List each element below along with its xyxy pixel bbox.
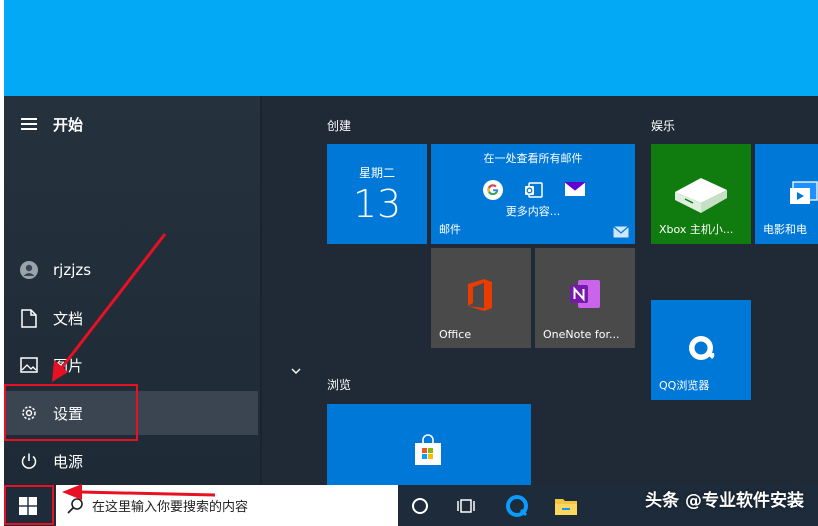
- mail-more: 更多内容...: [505, 205, 561, 218]
- documents-label: 文档: [53, 309, 84, 328]
- taskbar-search-box[interactable]: 在这里输入你要搜索的内容: [56, 485, 398, 526]
- hamburger-menu-icon[interactable]: [19, 114, 39, 134]
- cortana-button[interactable]: [399, 485, 441, 526]
- qq-browser-label: QQ浏览器: [659, 379, 710, 392]
- folder-icon: [555, 498, 577, 515]
- start-header[interactable]: 开始: [4, 102, 258, 146]
- movies-label: 电影和电: [763, 223, 807, 236]
- document-icon: [19, 308, 39, 328]
- watermark-text: 头条 @专业软件安装: [645, 491, 804, 511]
- chevron-down-icon[interactable]: [289, 364, 303, 378]
- task-view-icon: [457, 498, 475, 513]
- xbox-label: Xbox 主机小...: [659, 223, 734, 236]
- calendar-weekday: 星期二: [358, 166, 395, 180]
- mail-label: 邮件: [439, 223, 461, 236]
- movies-tile[interactable]: 电影和电: [755, 144, 818, 244]
- group-entertainment-title: 娱乐: [651, 119, 676, 133]
- qq-browser-taskbar-icon: [506, 494, 528, 517]
- power-label: 电源: [53, 452, 84, 471]
- start-title: 开始: [53, 115, 84, 134]
- group-browse-title: 浏览: [327, 378, 352, 392]
- start-button-highlight-box: [4, 485, 54, 525]
- mail-heading: 在一处查看所有邮件: [483, 152, 583, 165]
- pictures-item[interactable]: 图片: [4, 343, 258, 387]
- mail-tile[interactable]: 在一处查看所有邮件 更多内容... 邮件: [431, 144, 635, 244]
- search-icon: [67, 497, 83, 514]
- group-create-title: 创建: [327, 119, 352, 133]
- movies-icon: [790, 181, 818, 204]
- onenote-tile[interactable]: OneNote for...: [535, 248, 635, 348]
- store-bag-icon: [415, 434, 441, 465]
- store-tile[interactable]: [327, 404, 531, 485]
- power-icon: [19, 451, 39, 471]
- settings-highlight-box: [4, 384, 138, 441]
- office-icon: [468, 279, 492, 311]
- google-icon: [483, 180, 503, 200]
- office-tile[interactable]: Office: [431, 248, 531, 348]
- desktop-wallpaper: [4, 0, 818, 96]
- onenote-label: OneNote for...: [543, 328, 620, 341]
- file-explorer-button[interactable]: [545, 485, 587, 526]
- documents-item[interactable]: 文档: [4, 296, 258, 340]
- user-avatar-icon: [19, 260, 39, 280]
- mail-envelope-icon: [613, 226, 629, 238]
- onenote-icon: [570, 280, 600, 308]
- user-account-item[interactable]: rjzjzs: [4, 248, 258, 292]
- xbox-console-icon: [675, 178, 727, 213]
- cortana-circle-icon: [412, 497, 428, 514]
- power-item[interactable]: 电源: [4, 439, 258, 483]
- task-view-button[interactable]: [445, 485, 487, 526]
- rail-divider: [260, 96, 262, 485]
- yahoo-mail-icon: [564, 181, 586, 196]
- calendar-tile[interactable]: 星期二 13: [327, 144, 427, 244]
- user-name: rjzjzs: [53, 261, 92, 279]
- outlook-icon: [525, 182, 543, 198]
- qq-browser-taskbar-button[interactable]: [496, 485, 538, 526]
- picture-icon: [19, 355, 39, 375]
- qq-browser-tile[interactable]: QQ浏览器: [651, 300, 751, 400]
- qq-browser-icon: [689, 336, 715, 360]
- pictures-label: 图片: [53, 356, 84, 375]
- office-label: Office: [439, 328, 472, 341]
- search-placeholder: 在这里输入你要搜索的内容: [92, 500, 249, 515]
- calendar-day: 13: [352, 182, 402, 226]
- xbox-tile[interactable]: Xbox 主机小...: [651, 144, 751, 244]
